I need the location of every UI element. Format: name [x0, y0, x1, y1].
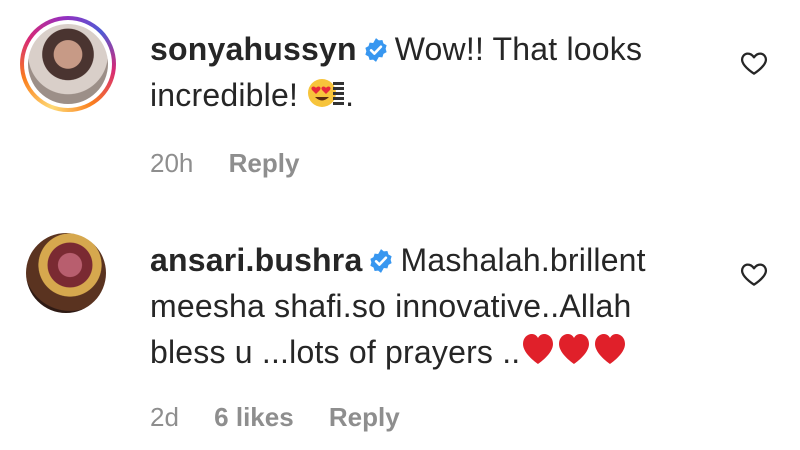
comment-meta: 2d 6 likes Reply — [150, 402, 428, 433]
verified-badge-icon — [370, 249, 393, 273]
comment-body: Wow!! That looks — [394, 31, 643, 67]
comment-item: sonyahussyn Wow!! That looks incredible! — [0, 0, 800, 215]
comment-timestamp[interactable]: 20h — [150, 148, 193, 178]
heart-eyes-emoji-icon — [307, 76, 345, 122]
heart-outline-icon[interactable] — [738, 259, 770, 289]
comment-text: sonyahussyn Wow!! That looks incredible! — [150, 26, 710, 122]
avatar — [28, 24, 108, 104]
comment-item: ansari.bushra Mashalah.brillent meesha s… — [0, 215, 800, 450]
comment-body: Mashalah.brillent — [400, 242, 646, 278]
avatar[interactable] — [26, 233, 106, 313]
reply-button[interactable]: Reply — [329, 402, 400, 432]
comment-body-line3: bless u ...lots of prayers .. — [150, 334, 521, 370]
comment-timestamp[interactable]: 2d — [150, 402, 179, 432]
comment-text: ansari.bushra Mashalah.brillent meesha s… — [150, 237, 710, 379]
username-link[interactable]: ansari.bushra — [150, 242, 362, 278]
reply-button[interactable]: Reply — [229, 148, 300, 178]
comment-body-line2: incredible! — [150, 77, 299, 113]
username-link[interactable]: sonyahussyn — [150, 31, 357, 67]
comment-meta: 20h Reply — [150, 148, 327, 179]
comments-list: sonyahussyn Wow!! That looks incredible! — [0, 0, 800, 450]
heart-outline-icon[interactable] — [738, 48, 770, 78]
avatar-story-ring[interactable] — [20, 16, 116, 112]
likes-count[interactable]: 6 likes — [214, 402, 294, 432]
red-heart-emoji-icon — [520, 331, 628, 379]
comment-body-line2: meesha shafi.so innovative..Allah — [150, 288, 632, 324]
verified-badge-icon — [365, 38, 387, 62]
